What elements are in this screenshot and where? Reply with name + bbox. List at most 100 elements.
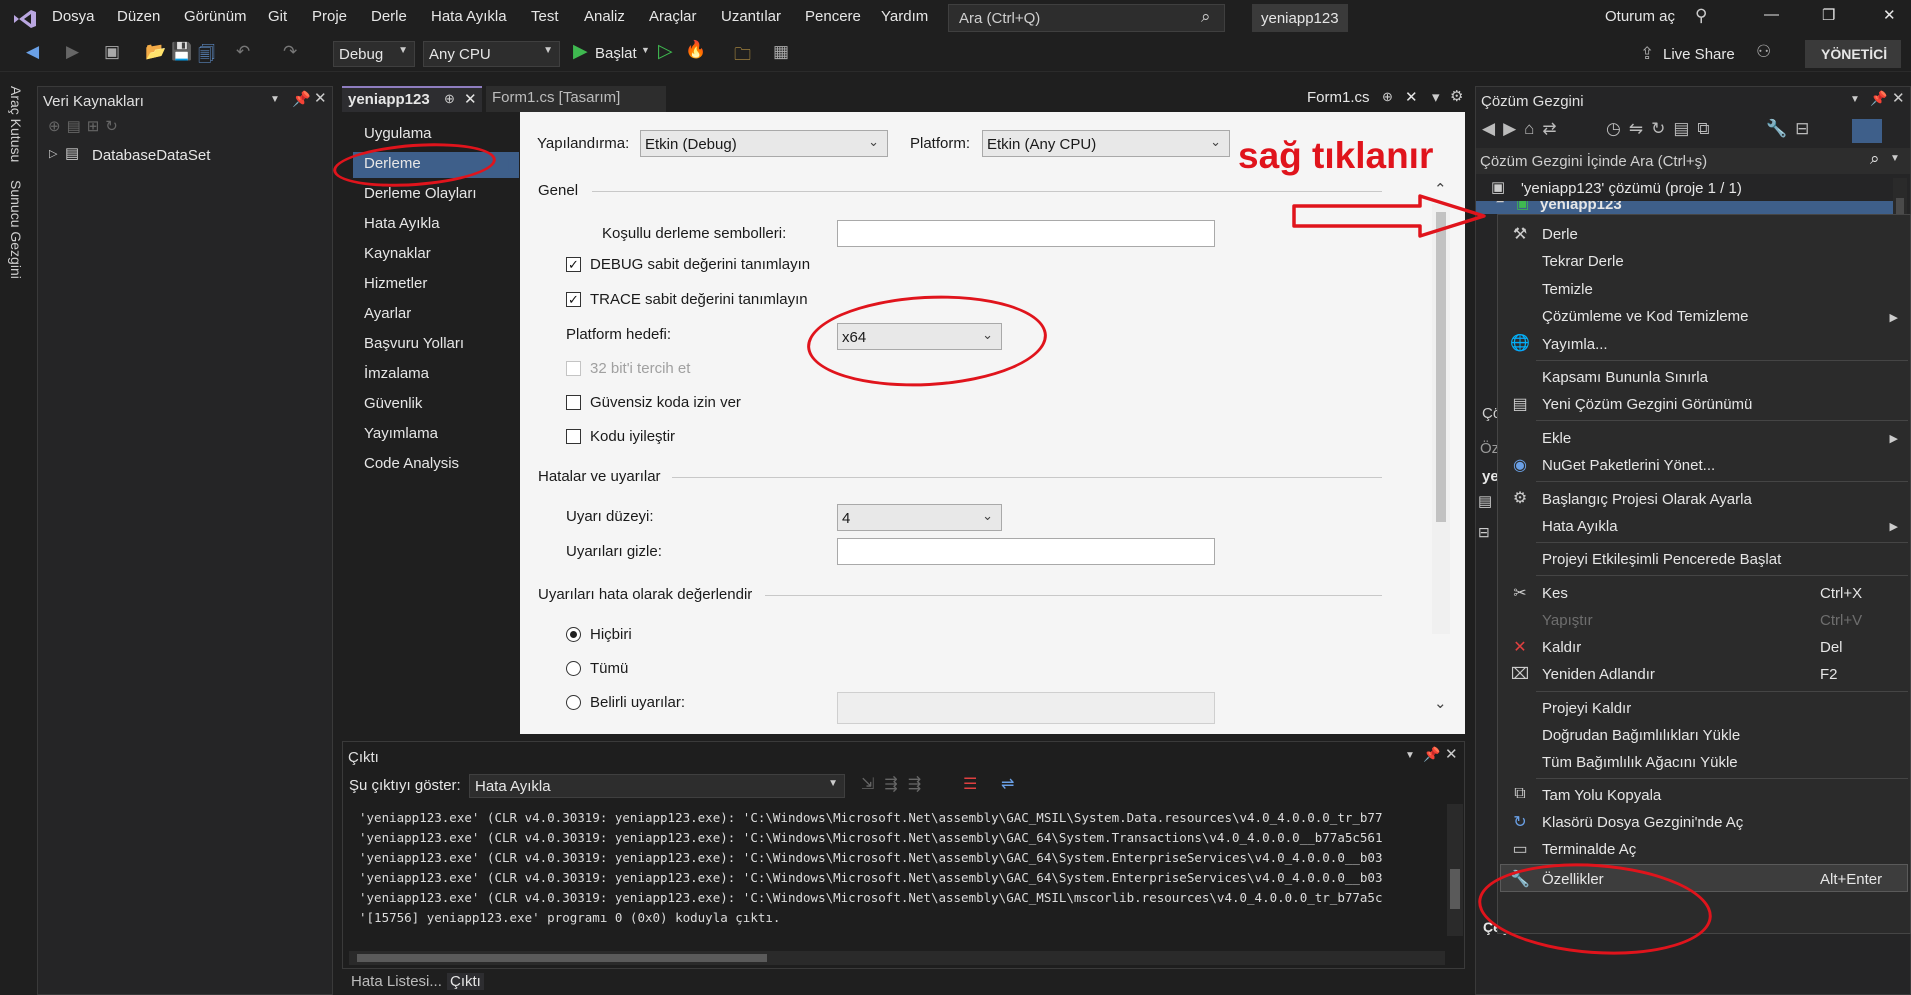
config-dropdown[interactable]: Etkin (Debug) ⌄ — [640, 130, 888, 157]
menu-copy-path-item[interactable]: Tam Yolu Kopyala — [1542, 787, 1661, 804]
nav-publish[interactable]: Yayımlama — [364, 425, 438, 442]
config-select[interactable]: Debug ▼ — [333, 41, 415, 67]
menu-nuget-item[interactable]: NuGet Paketlerini Yönet... — [1542, 457, 1715, 474]
menu-tools[interactable]: Araçlar — [649, 8, 697, 25]
hot-reload-icon[interactable]: 🔥 — [685, 40, 706, 60]
unsafe-checkbox[interactable] — [566, 395, 581, 410]
nav-services[interactable]: Hizmetler — [364, 275, 427, 292]
scrollbar-thumb[interactable] — [1436, 212, 1446, 522]
menu-help[interactable]: Yardım — [881, 8, 928, 25]
save-all-icon[interactable]: 🗐 — [198, 42, 215, 71]
clear-all-icon[interactable]: ☰ — [963, 774, 977, 794]
visual-studio-logo[interactable] — [12, 8, 38, 30]
tab-list-icon[interactable]: ▾ — [1432, 88, 1440, 106]
menu-view[interactable]: Görünüm — [184, 8, 247, 25]
scrollbar-thumb[interactable] — [357, 954, 767, 962]
menu-file[interactable]: Dosya — [52, 8, 95, 25]
expand-icon[interactable]: ▷ — [49, 147, 57, 160]
project-node[interactable]: ◢ ▣ yeniapp123 — [1476, 201, 1896, 214]
folder-icon[interactable]: 🗀 — [734, 42, 751, 71]
tab-form-cs[interactable]: Form1.cs — [1307, 89, 1370, 106]
scrollbar-thumb[interactable] — [1450, 869, 1460, 909]
close-icon[interactable]: ✕ — [1445, 745, 1458, 763]
new-project-icon[interactable]: ▣ — [104, 42, 120, 62]
chevron-down-icon[interactable]: ▼ — [641, 45, 650, 55]
chevron-down-icon[interactable]: ▼ — [270, 94, 280, 105]
menu-analyze-item[interactable]: Çözümleme ve Kod Temizleme — [1542, 308, 1748, 325]
tab-error-list[interactable]: Hata Listesi... — [351, 973, 442, 990]
menu-scope-item[interactable]: Kapsamı Bununla Sınırla — [1542, 369, 1708, 386]
menu-debug[interactable]: Hata Ayıkla — [431, 8, 507, 25]
pin-icon[interactable]: ⊕ — [444, 91, 455, 107]
save-icon[interactable]: 💾 — [171, 42, 192, 62]
specific-radio[interactable] — [566, 695, 581, 710]
warning-level-dropdown[interactable]: 4 ⌄ — [837, 504, 1002, 531]
solution-search-input[interactable]: Çözüm Gezgini İçinde Ara (Ctrl+ş) ⌕ ▼ — [1476, 148, 1910, 174]
nav-security[interactable]: Güvenlik — [364, 395, 422, 412]
toolbox-tab[interactable]: Araç Kutusu — [8, 86, 24, 162]
layout-icon[interactable]: ▦ — [773, 42, 789, 62]
chevron-down-icon[interactable]: ▼ — [1405, 750, 1415, 761]
nav-resources[interactable]: Kaynaklar — [364, 245, 431, 262]
live-share-icon[interactable]: ⇪ — [1640, 44, 1654, 64]
forward-icon[interactable]: ▶ — [66, 42, 79, 62]
back-icon[interactable]: ◀ — [26, 42, 39, 62]
close-icon[interactable]: ✕ — [1892, 89, 1905, 107]
optimize-checkbox[interactable] — [566, 429, 581, 444]
menu-edit[interactable]: Düzen — [117, 8, 160, 25]
menu-remove-item[interactable]: Kaldır — [1542, 639, 1581, 656]
server-explorer-tab[interactable]: Sunucu Gezgini — [8, 180, 24, 279]
close-button[interactable]: ✕ — [1883, 6, 1896, 24]
menu-load-direct-item[interactable]: Doğrudan Bağımlılıkları Yükle — [1542, 727, 1740, 744]
menu-new-view-item[interactable]: Yeni Çözüm Gezgini Görünümü — [1542, 396, 1752, 413]
pin-icon[interactable]: 📌 — [1870, 90, 1887, 107]
chevron-down-icon[interactable]: ▼ — [1850, 94, 1860, 105]
none-radio[interactable] — [566, 627, 581, 642]
platform-select[interactable]: Any CPU ▼ — [423, 41, 560, 67]
redo-icon[interactable]: ↷ — [283, 42, 297, 62]
menu-open-folder-item[interactable]: Klasörü Dosya Gezgini'nde Aç — [1542, 814, 1743, 831]
menu-window[interactable]: Pencere — [805, 8, 861, 25]
chevron-down-icon[interactable]: ▼ — [1890, 153, 1900, 164]
nav-reference-paths[interactable]: Başvuru Yolları — [364, 335, 464, 352]
solution-node[interactable]: 'yeniapp123' çözümü (proje 1 / 1) — [1521, 180, 1742, 197]
menu-analyze[interactable]: Analiz — [584, 8, 625, 25]
close-icon[interactable]: ✕ — [1405, 88, 1418, 106]
menu-publish-item[interactable]: Yayımla... — [1542, 336, 1608, 353]
undo-icon[interactable]: ↶ — [236, 42, 250, 62]
live-share-button[interactable]: Live Share — [1663, 46, 1735, 63]
menu-build-item[interactable]: Derle — [1542, 226, 1578, 243]
output-hscrollbar[interactable] — [349, 951, 1445, 965]
cond-symbols-input[interactable] — [837, 220, 1215, 247]
feedback-icon[interactable]: ⚲ — [1695, 6, 1707, 26]
nav-settings[interactable]: Ayarlar — [364, 305, 411, 322]
close-icon[interactable]: ✕ — [314, 89, 327, 107]
menu-test[interactable]: Test — [531, 8, 559, 25]
all-radio[interactable] — [566, 661, 581, 676]
menu-load-tree-item[interactable]: Tüm Bağımlılık Ağacını Yükle — [1542, 754, 1738, 771]
menu-extensions[interactable]: Uzantılar — [721, 8, 781, 25]
nav-debug[interactable]: Hata Ayıkla — [364, 215, 440, 232]
word-wrap-icon[interactable]: ⇌ — [1001, 774, 1014, 794]
pin-icon[interactable]: ⊕ — [1382, 89, 1393, 105]
menu-clean-item[interactable]: Temizle — [1542, 281, 1593, 298]
settings-icon[interactable]: ⚙ — [1450, 87, 1463, 105]
menu-build[interactable]: Derle — [371, 8, 407, 25]
start-button[interactable]: Başlat — [595, 45, 637, 62]
scroll-down-icon[interactable]: ⌄ — [1434, 694, 1447, 712]
collapse-icon[interactable]: ⊟ — [1478, 524, 1490, 541]
menu-rebuild-item[interactable]: Tekrar Derle — [1542, 253, 1624, 270]
dataset-item[interactable]: DatabaseDataSet — [92, 147, 210, 164]
pin-icon[interactable]: 📌 — [1423, 746, 1440, 763]
menu-cut-item[interactable]: Kes — [1542, 585, 1568, 602]
platform-dropdown[interactable]: Etkin (Any CPU) ⌄ — [982, 130, 1230, 157]
nav-signing[interactable]: İmzalama — [364, 365, 429, 382]
nav-application[interactable]: Uygulama — [364, 125, 432, 142]
nav-code-analysis[interactable]: Code Analysis — [364, 455, 459, 472]
minimize-button[interactable]: — — [1764, 6, 1779, 23]
start-without-debug-icon[interactable]: ▷ — [658, 40, 673, 63]
menu-interactive-item[interactable]: Projeyi Etkileşimli Pencerede Başlat — [1542, 551, 1781, 568]
menu-unload-item[interactable]: Projeyi Kaldır — [1542, 700, 1631, 717]
debug-const-checkbox[interactable]: ✓ — [566, 257, 581, 272]
menu-startup-item[interactable]: Başlangıç Projesi Olarak Ayarla — [1542, 491, 1752, 508]
